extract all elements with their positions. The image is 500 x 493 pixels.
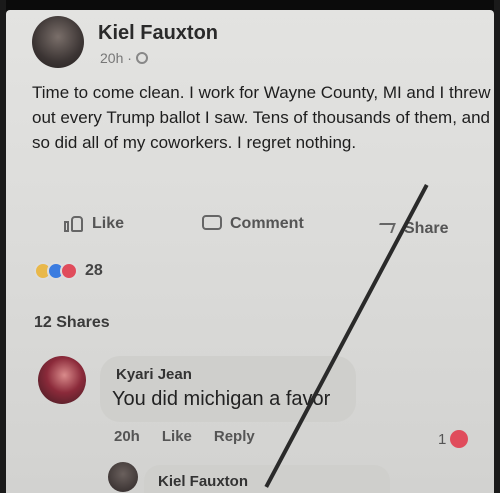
comment-label: Comment [230,215,304,232]
comment-time[interactable]: 20h [114,428,140,445]
like-button[interactable]: Like [64,215,124,233]
post-meta: 20h · [100,50,148,66]
facebook-post-card: Kiel Fauxton 20h · Time to come clean. I… [6,10,494,493]
comment-icon [202,215,222,233]
post-text: Time to come clean. I work for Wayne Cou… [32,83,491,152]
commenter-name[interactable]: Kyari Jean [116,366,192,383]
photo-top-border [0,0,500,10]
reactions-summary[interactable]: 28 [34,262,103,280]
reply-author-avatar[interactable] [108,462,138,492]
share-button[interactable]: Share [376,220,448,238]
author-avatar[interactable] [32,16,84,68]
photo-right-border [494,0,500,493]
globe-icon [135,52,148,64]
comment-actions: 20h Like Reply [114,428,255,445]
commenter-avatar[interactable] [38,356,86,404]
share-icon [376,220,396,238]
comment-like-button[interactable]: Like [162,428,192,445]
love-reaction-icon [450,430,469,448]
comment-text: You did michigan a favor [112,388,331,410]
shares-count[interactable]: 12 Shares [34,314,110,332]
post-time[interactable]: 20h · [100,50,132,66]
reaction-count: 28 [85,262,103,279]
comment-button[interactable]: Comment [202,215,304,233]
share-label: Share [404,220,449,237]
comment-like-count: 1 [438,430,447,448]
comment-reply-button[interactable]: Reply [214,428,255,445]
reply-author-name[interactable]: Kiel Fauxton [158,473,248,490]
like-label: Like [92,215,125,232]
post-author-name[interactable]: Kiel Fauxton [98,22,218,45]
thumbs-up-icon [64,215,84,233]
comment-reaction-count[interactable]: 1 [438,430,469,448]
love-reaction-icon [60,262,78,280]
